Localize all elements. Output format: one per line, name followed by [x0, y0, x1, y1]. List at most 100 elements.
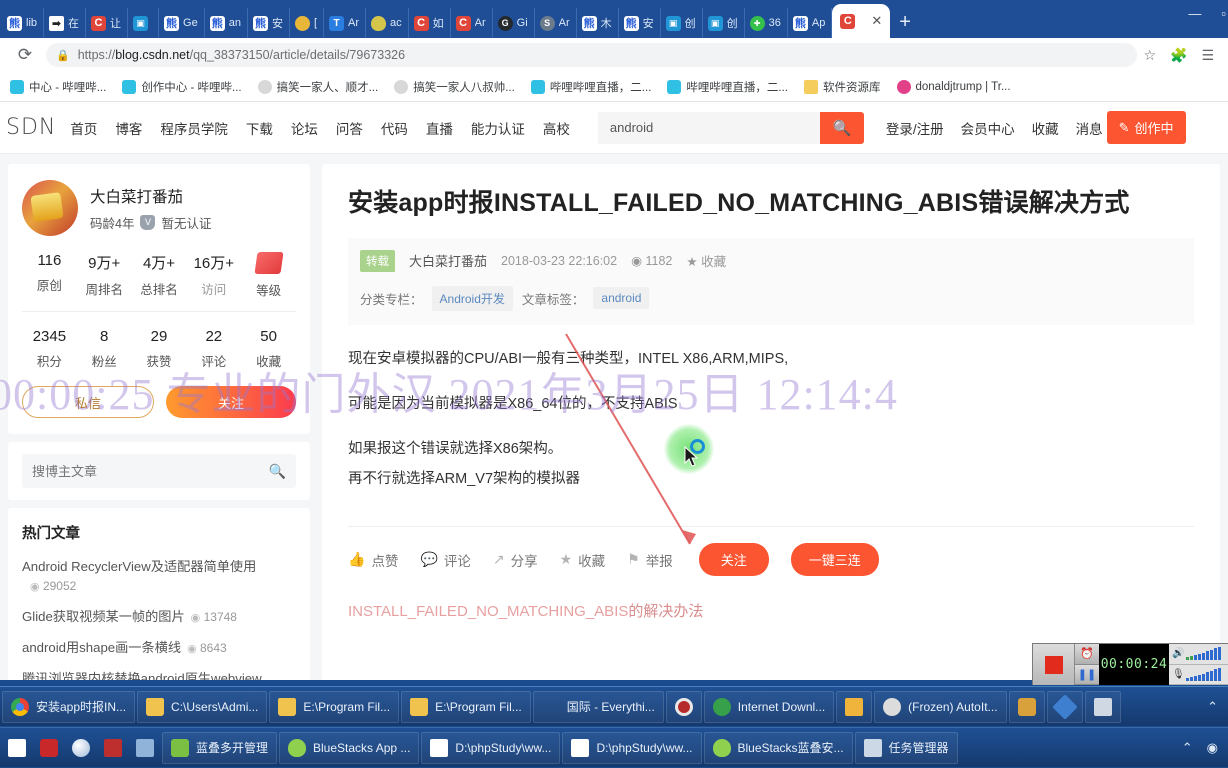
taskbar-item[interactable] [1008, 690, 1045, 723]
bookmark-item[interactable]: 搞笑一家人、顺才... [252, 76, 385, 98]
record-icon[interactable]: ◉ [1207, 740, 1218, 756]
taskbar-item[interactable] [2, 732, 32, 764]
nav-right-收藏[interactable]: 收藏 [1032, 118, 1059, 138]
bookmark-item[interactable]: donaldjtrump | Tr... [891, 77, 1017, 97]
taskbar-item[interactable] [836, 690, 873, 723]
nav-link-下载[interactable]: 下载 [246, 118, 273, 138]
extensions-icon[interactable]: 🧩 [1170, 47, 1187, 64]
avatar[interactable] [22, 180, 78, 236]
message-button[interactable]: 私信 [22, 386, 154, 418]
nav-right-会员中心[interactable]: 会员中心 [961, 118, 1015, 138]
search-icon[interactable]: 🔍 [269, 463, 286, 480]
browser-tab[interactable]: 熊 Ap [788, 8, 833, 38]
nav-right-消息[interactable]: 消息 [1076, 118, 1103, 138]
bookmark-item[interactable]: 软件资源库 [798, 76, 887, 98]
action-举报[interactable]: ⚑ 举报 [627, 550, 673, 570]
taskbar-item[interactable]: E:\Program Fil... [401, 690, 531, 723]
address-bar[interactable]: 🔒 https://blog.csdn.net/qq_38373150/arti… [46, 43, 1138, 67]
browser-tab[interactable]: 熊木 [577, 8, 619, 38]
new-tab-button[interactable]: + [899, 12, 911, 32]
stop-icon[interactable] [1033, 644, 1075, 685]
alarm-icon[interactable]: ⏰ [1075, 644, 1099, 665]
follow-button[interactable]: 关注 [166, 386, 296, 418]
chevron-up-icon[interactable]: ⌃ [1207, 699, 1218, 715]
browser-tab[interactable]: 熊安 [248, 8, 290, 38]
search-icon[interactable]: 🔍 [819, 111, 864, 144]
bookmark-item[interactable]: 哔哩哔哩直播，二... [661, 76, 794, 98]
taskbar-item[interactable]: C:\Users\Admi... [137, 690, 268, 723]
taskbar-item[interactable]: D:\phpStudy\ww... [421, 731, 561, 764]
bookmark-item[interactable]: 中心 - 哔哩哔... [4, 76, 112, 98]
taskbar-item[interactable]: 安装app时报IN... [2, 690, 136, 723]
browser-tab[interactable]: C让 [86, 8, 129, 38]
list-item[interactable]: Android RecyclerView及适配器简单使用 ◉ 29052 [22, 557, 296, 596]
taskbar-item[interactable] [66, 732, 96, 764]
action-收藏[interactable]: ★ 收藏 [560, 550, 606, 570]
favorite-action[interactable]: ★ 收藏 [686, 251, 726, 270]
nav-link-代码[interactable]: 代码 [381, 118, 408, 138]
browser-tab[interactable]: ▣ [128, 8, 160, 38]
browser-tab[interactable]: ac [366, 8, 409, 38]
csdn-logo[interactable]: SDN [6, 115, 56, 140]
nav-link-问答[interactable]: 问答 [336, 118, 363, 138]
browser-tab[interactable]: [ [290, 8, 325, 38]
nav-right-登录/注册[interactable]: 登录/注册 [886, 118, 944, 138]
taskbar-item[interactable] [665, 690, 702, 723]
search-input[interactable] [597, 111, 820, 144]
taskbar-item[interactable] [1084, 690, 1121, 723]
taskbar-item[interactable]: (Frozen) AutoIt... [874, 690, 1007, 723]
taskbar-item[interactable] [34, 732, 64, 764]
taskbar-item[interactable] [1046, 690, 1083, 723]
profile-name[interactable]: 大白菜打番茄 [90, 185, 211, 207]
blog-search-wrap[interactable]: 🔍 [22, 454, 296, 488]
minimize-icon[interactable]: — [1188, 6, 1201, 21]
browser-tab[interactable]: 熊安 [619, 8, 661, 38]
action-评论[interactable]: 💬 评论 [420, 550, 470, 570]
bookmark-item[interactable]: 哔哩哔哩直播，二... [525, 76, 658, 98]
list-item[interactable]: 腾讯浏览器内核替换android原生webview [22, 669, 296, 680]
action-点赞[interactable]: 👍 点赞 [348, 550, 398, 570]
browser-tab[interactable]: ➡ 在 [44, 8, 87, 38]
triple-action-pill[interactable]: 一键三连 [790, 543, 879, 576]
taskbar-item[interactable]: 任务管理器 [854, 731, 958, 764]
bookmark-item[interactable]: 创作中心 - 哔哩哔... [116, 76, 247, 98]
taskbar-item[interactable] [130, 732, 160, 764]
taskbar-item[interactable]: D:\phpStudy\ww... [562, 731, 702, 764]
browser-tab[interactable]: ✚ 36 [745, 8, 788, 38]
browser-tab[interactable]: 熊 lib [2, 8, 45, 38]
browser-tab[interactable]: T Ar [324, 8, 367, 38]
list-item[interactable]: android用shape画一条横线 ◉ 8643 [22, 638, 296, 658]
close-icon[interactable]: ✕ [871, 13, 882, 29]
taskbar-item[interactable]: E:\Program Fil... [269, 690, 400, 723]
create-button[interactable]: ✎ 创作中 [1106, 111, 1186, 144]
nav-link-直播[interactable]: 直播 [426, 118, 453, 138]
category-chip[interactable]: Android开发 [431, 285, 513, 311]
taskbar-item[interactable]: 国际 - Everythi... [532, 690, 664, 723]
browser-tab[interactable]: ▣ 创 [661, 8, 703, 38]
nav-link-博客[interactable]: 博客 [115, 118, 142, 138]
taskbar-item[interactable]: Internet Downl... [703, 690, 835, 723]
article-author[interactable]: 大白菜打番茄 [409, 251, 487, 270]
follow-pill[interactable]: 关注 [698, 543, 769, 576]
browser-tab[interactable]: 熊 an [205, 8, 248, 38]
tag-chip[interactable]: android [593, 287, 650, 309]
taskbar-item[interactable]: BlueStacks蓝叠安... [703, 731, 853, 764]
star-icon[interactable]: ☆ [1143, 47, 1156, 64]
menu-icon[interactable]: ☰ [1201, 47, 1214, 64]
chevron-up-icon[interactable]: ⌃ [1182, 740, 1193, 756]
browser-tab[interactable]: G Gi [493, 8, 535, 38]
list-item[interactable]: Glide获取视频某一帧的图片 ◉ 13748 [22, 607, 296, 627]
maximize-icon[interactable]: ▫ [1221, 6, 1226, 21]
bookmark-item[interactable]: 搞笑一家人八叔帅... [388, 76, 521, 98]
blog-search-input[interactable] [32, 463, 269, 479]
reload-icon[interactable]: ⟳ [8, 45, 42, 65]
nav-link-程序员学院[interactable]: 程序员学院 [160, 118, 228, 138]
nav-link-首页[interactable]: 首页 [70, 118, 97, 138]
nav-link-高校[interactable]: 高校 [543, 118, 570, 138]
nav-link-论坛[interactable]: 论坛 [291, 118, 318, 138]
taskbar-item[interactable]: BlueStacks App ... [279, 731, 420, 764]
browser-tab[interactable]: C如 [409, 8, 451, 38]
action-分享[interactable]: ↗ 分享 [493, 550, 538, 570]
pause-icon[interactable]: ❚❚ [1075, 664, 1099, 685]
browser-tab[interactable]: C Ar [451, 8, 493, 38]
